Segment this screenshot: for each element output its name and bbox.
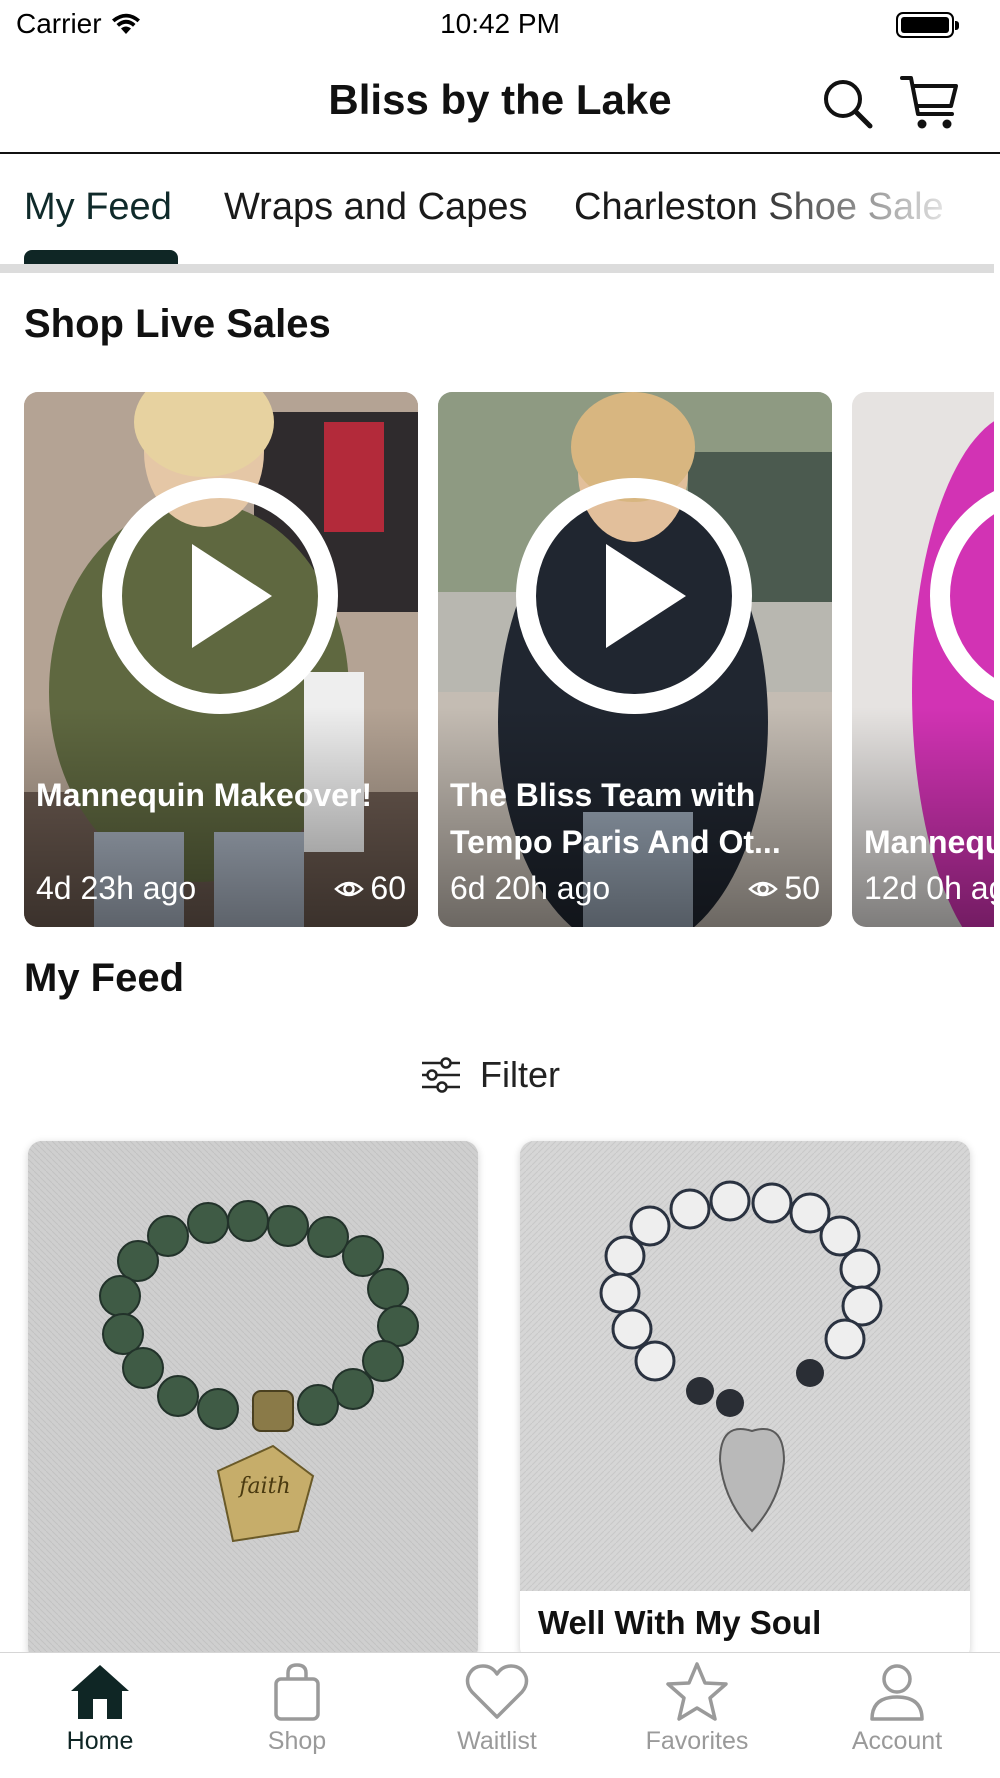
- live-sale-card[interactable]: Mannequin 12d 0h ago: [852, 392, 994, 927]
- view-count: 50: [748, 870, 820, 907]
- product-card[interactable]: Well With My Soul: [520, 1141, 970, 1661]
- nav-home[interactable]: Home: [0, 1661, 200, 1756]
- nav-shop[interactable]: Shop: [197, 1661, 397, 1756]
- active-tab-indicator: [24, 250, 178, 265]
- battery-icon: [896, 12, 959, 38]
- app-header: Bliss by the Lake: [0, 52, 1000, 154]
- live-sales-carousel[interactable]: Mannequin Makeover! 4d 23h ago 60 The Bl…: [0, 392, 994, 927]
- view-count-value: 60: [370, 870, 406, 906]
- live-sale-title: Mannequin Makeover!: [36, 777, 373, 813]
- tab-my-feed[interactable]: My Feed: [24, 186, 172, 229]
- cart-icon[interactable]: [898, 70, 962, 134]
- nav-waitlist-label: Waitlist: [457, 1727, 537, 1755]
- product-image: faith: [28, 1141, 478, 1661]
- feed-heading: My Feed: [24, 956, 185, 1000]
- live-sale-title: Mannequin: [864, 824, 994, 860]
- nav-favorites-label: Favorites: [645, 1727, 749, 1755]
- view-count: 60: [334, 870, 406, 907]
- live-sale-card[interactable]: The Bliss Team with Tempo Paris And Ot..…: [438, 392, 832, 927]
- bottom-navigation: Home Shop Waitlist Favorites Account: [0, 1652, 1000, 1778]
- product-card[interactable]: faith: [28, 1141, 478, 1661]
- status-time: 10:42 PM: [440, 8, 560, 39]
- status-bar: Carrier 10:42 PM: [0, 0, 1000, 52]
- eye-icon: [334, 881, 365, 896]
- nav-shop-label: Shop: [267, 1727, 327, 1755]
- product-image: [520, 1141, 970, 1591]
- eye-icon: [748, 881, 779, 896]
- nav-favorites[interactable]: Favorites: [597, 1661, 797, 1756]
- live-sale-time: 4d 23h ago: [36, 870, 197, 906]
- tab-wraps-and-capes[interactable]: Wraps and Capes: [224, 186, 527, 229]
- view-count-value: 50: [784, 870, 820, 906]
- nav-account[interactable]: Account: [797, 1661, 997, 1756]
- product-title: Well With My Soul: [538, 1604, 822, 1641]
- home-icon: [71, 1665, 129, 1719]
- live-sales-heading: Shop Live Sales: [24, 302, 331, 346]
- heart-icon: [465, 1664, 529, 1719]
- live-sale-time: 6d 20h ago: [450, 870, 611, 906]
- search-icon[interactable]: [818, 74, 878, 134]
- play-icon[interactable]: [100, 476, 340, 716]
- live-sale-title: The Bliss Team with Tempo Paris And Ot..…: [450, 777, 781, 860]
- play-icon[interactable]: [928, 476, 994, 716]
- person-icon: [870, 1664, 924, 1721]
- play-icon[interactable]: [514, 476, 754, 716]
- filter-button[interactable]: Filter: [420, 1050, 560, 1100]
- star-icon: [666, 1662, 728, 1721]
- category-tabs: My Feed Wraps and Capes Charleston Shoe …: [0, 156, 1000, 276]
- tabs-fade: [740, 156, 1000, 256]
- svg-text:faith: faith: [237, 1474, 290, 1499]
- filter-label: Filter: [480, 1054, 560, 1095]
- live-sale-time: 12d 0h ago: [864, 870, 994, 906]
- tabs-divider: [0, 264, 994, 273]
- sliders-icon: [422, 1057, 460, 1093]
- shopping-bag-icon: [274, 1663, 320, 1721]
- nav-home-label: Home: [66, 1727, 134, 1755]
- nav-account-label: Account: [851, 1727, 943, 1755]
- live-sale-card[interactable]: Mannequin Makeover! 4d 23h ago 60: [24, 392, 418, 927]
- nav-waitlist[interactable]: Waitlist: [397, 1661, 597, 1756]
